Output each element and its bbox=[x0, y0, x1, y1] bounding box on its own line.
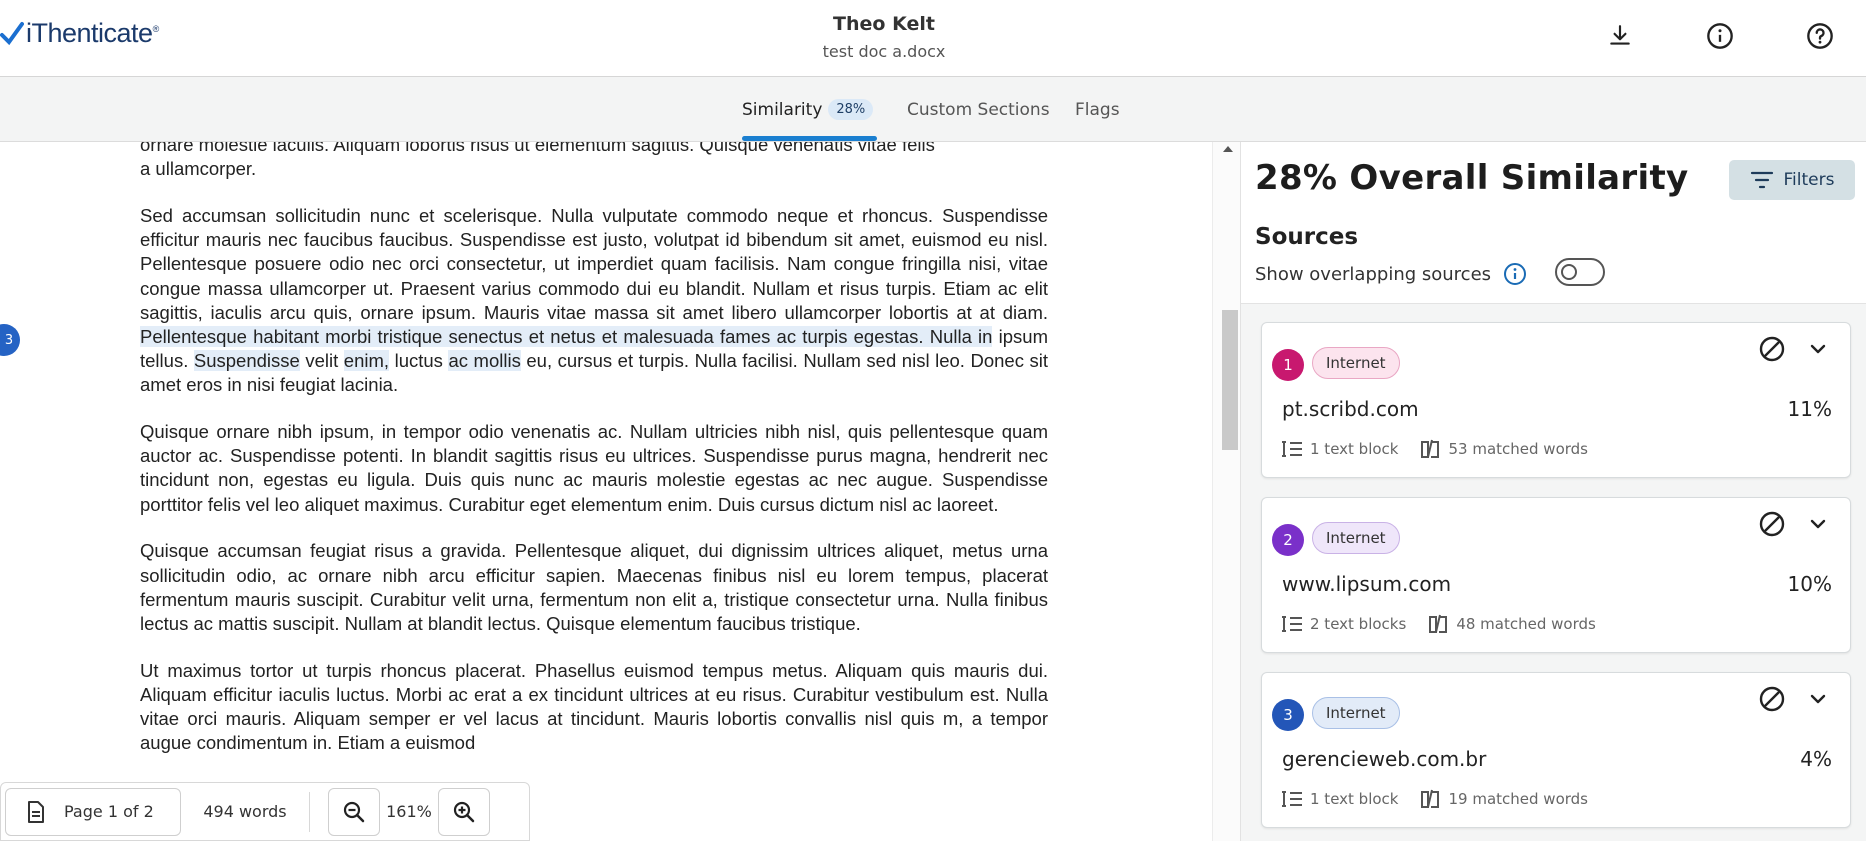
match-marker[interactable]: 3 bbox=[0, 324, 20, 356]
info-icon[interactable] bbox=[1503, 262, 1527, 286]
exclude-icon[interactable] bbox=[1758, 685, 1786, 713]
source-meta: 2 text blocks 48 matched words bbox=[1282, 614, 1618, 634]
document-toolbar: Page 1 of 2 494 words 161% bbox=[0, 782, 530, 841]
similarity-panel-header: 28% Overall Similarity Filters Sources S… bbox=[1241, 142, 1866, 304]
text-blocks-icon bbox=[1282, 791, 1302, 807]
highlighted-match[interactable]: enim, bbox=[343, 350, 390, 372]
paragraph: Sed accumsan sollicitudin nunc et sceler… bbox=[140, 204, 1048, 398]
source-type-badge: Internet bbox=[1312, 522, 1400, 554]
source-site[interactable]: gerencieweb.com.br bbox=[1282, 747, 1486, 771]
source-meta: 1 text block 19 matched words bbox=[1282, 789, 1610, 809]
zoom-out-button[interactable] bbox=[328, 787, 380, 836]
filters-button[interactable]: Filters bbox=[1729, 160, 1855, 200]
matched-words-icon bbox=[1429, 614, 1448, 633]
toolbar-divider bbox=[309, 791, 310, 832]
page-indicator[interactable]: Page 1 of 2 bbox=[5, 787, 181, 836]
document-text: ornare molestie iaculis. Aliquam loborti… bbox=[140, 142, 1048, 778]
chevron-down-icon[interactable] bbox=[1806, 687, 1830, 711]
source-card[interactable]: 1 Internet pt.scribd.com 11% 1 text bloc… bbox=[1261, 322, 1851, 478]
active-tab-indicator bbox=[742, 136, 877, 141]
zoom-level: 161% bbox=[386, 802, 432, 821]
tab-custom-sections-label: Custom Sections bbox=[907, 99, 1050, 120]
source-percentage: 4% bbox=[1800, 747, 1832, 771]
tab-similarity[interactable]: Similarity 28% bbox=[742, 77, 874, 142]
overlap-setting: Show overlapping sources bbox=[1255, 262, 1527, 286]
text-blocks-icon bbox=[1282, 441, 1302, 457]
word-count: 494 words bbox=[203, 802, 287, 821]
similarity-panel: 28% Overall Similarity Filters Sources S… bbox=[1240, 142, 1866, 841]
filter-icon bbox=[1750, 171, 1773, 189]
exclude-icon[interactable] bbox=[1758, 510, 1786, 538]
tab-custom-sections[interactable]: Custom Sections bbox=[907, 77, 1050, 142]
app-header: iThenticate® Theo Kelt test doc a.docx bbox=[0, 0, 1866, 77]
help-icon[interactable] bbox=[1804, 20, 1836, 52]
highlighted-match[interactable]: Pellentesque habitant morbi tristique se… bbox=[140, 325, 993, 347]
zoom-out-icon bbox=[343, 801, 365, 822]
source-type-badge: Internet bbox=[1312, 347, 1400, 379]
text-run: luctus bbox=[389, 350, 449, 372]
source-percentage: 11% bbox=[1787, 397, 1832, 421]
matched-words-icon bbox=[1421, 439, 1440, 458]
document-viewer[interactable]: 3 ornare molestie iaculis. Aliquam lobor… bbox=[0, 142, 1240, 841]
toggle-knob bbox=[1561, 264, 1577, 280]
source-percentage: 10% bbox=[1787, 572, 1832, 596]
text-blocks-icon bbox=[1282, 616, 1302, 632]
page-label: Page 1 of 2 bbox=[64, 802, 154, 821]
source-number: 2 bbox=[1272, 524, 1304, 556]
source-number: 3 bbox=[1272, 699, 1304, 731]
text-block-count: 1 text block bbox=[1310, 790, 1399, 808]
paragraph: Quisque accumsan feugiat risus a gravida… bbox=[140, 540, 1048, 634]
text-block-count: 2 text blocks bbox=[1310, 615, 1407, 633]
exclude-icon[interactable] bbox=[1758, 335, 1786, 363]
overlap-label: Show overlapping sources bbox=[1255, 263, 1492, 285]
paragraph: Ut maximus tortor ut turpis rhoncus plac… bbox=[140, 659, 1048, 754]
document-title: Theo Kelt test doc a.docx bbox=[0, 12, 1768, 64]
similarity-badge: 28% bbox=[828, 99, 874, 120]
text-line: a ullamcorper. bbox=[140, 158, 257, 180]
chevron-down-icon[interactable] bbox=[1806, 337, 1830, 361]
info-icon[interactable] bbox=[1704, 20, 1736, 52]
source-site[interactable]: pt.scribd.com bbox=[1282, 397, 1419, 421]
chevron-down-icon[interactable] bbox=[1806, 512, 1830, 536]
highlighted-match[interactable]: ac mollis bbox=[448, 350, 521, 372]
page-icon bbox=[28, 800, 44, 823]
tab-similarity-label: Similarity bbox=[742, 99, 823, 120]
source-card[interactable]: 2 Internet www.lipsum.com 10% 2 text blo… bbox=[1261, 497, 1851, 653]
paragraph: Quisque ornare nibh ipsum, in tempor odi… bbox=[140, 421, 1048, 515]
source-number: 1 bbox=[1272, 349, 1304, 381]
text-run: Sed accumsan sollicitudin nunc et sceler… bbox=[140, 204, 1048, 323]
document-owner: Theo Kelt bbox=[833, 13, 935, 35]
source-type-badge: Internet bbox=[1312, 697, 1400, 729]
document-file-name: test doc a.docx bbox=[822, 42, 946, 61]
text-run: velit bbox=[299, 350, 344, 372]
matched-words-count: 48 matched words bbox=[1456, 615, 1596, 633]
zoom-in-icon bbox=[453, 801, 475, 822]
matched-words-count: 19 matched words bbox=[1448, 790, 1588, 808]
scroll-up-arrow[interactable] bbox=[1223, 146, 1233, 152]
source-meta: 1 text block 53 matched words bbox=[1282, 439, 1610, 459]
zoom-in-button[interactable] bbox=[438, 787, 490, 836]
source-site[interactable]: www.lipsum.com bbox=[1282, 572, 1451, 596]
scrollbar-thumb[interactable] bbox=[1222, 310, 1238, 450]
matched-words-icon bbox=[1421, 789, 1440, 808]
highlighted-match[interactable]: Suspendisse bbox=[193, 350, 300, 372]
overlap-toggle[interactable] bbox=[1555, 258, 1605, 286]
download-icon[interactable] bbox=[1604, 20, 1636, 52]
text-line: ornare molestie iaculis. Aliquam loborti… bbox=[140, 142, 935, 155]
filters-label: Filters bbox=[1783, 170, 1835, 190]
paragraph: ornare molestie iaculis. Aliquam loborti… bbox=[140, 142, 1048, 181]
sources-heading: Sources bbox=[1255, 224, 1359, 250]
text-block-count: 1 text block bbox=[1310, 440, 1399, 458]
view-tabs: Similarity 28% Custom Sections Flags bbox=[0, 77, 1866, 142]
tab-flags[interactable]: Flags bbox=[1075, 77, 1120, 142]
matched-words-count: 53 matched words bbox=[1448, 440, 1588, 458]
tab-flags-label: Flags bbox=[1075, 99, 1120, 120]
overall-similarity-title: 28% Overall Similarity bbox=[1255, 158, 1689, 198]
document-scrollbar[interactable] bbox=[1212, 142, 1240, 841]
source-card[interactable]: 3 Internet gerencieweb.com.br 4% 1 text … bbox=[1261, 672, 1851, 828]
